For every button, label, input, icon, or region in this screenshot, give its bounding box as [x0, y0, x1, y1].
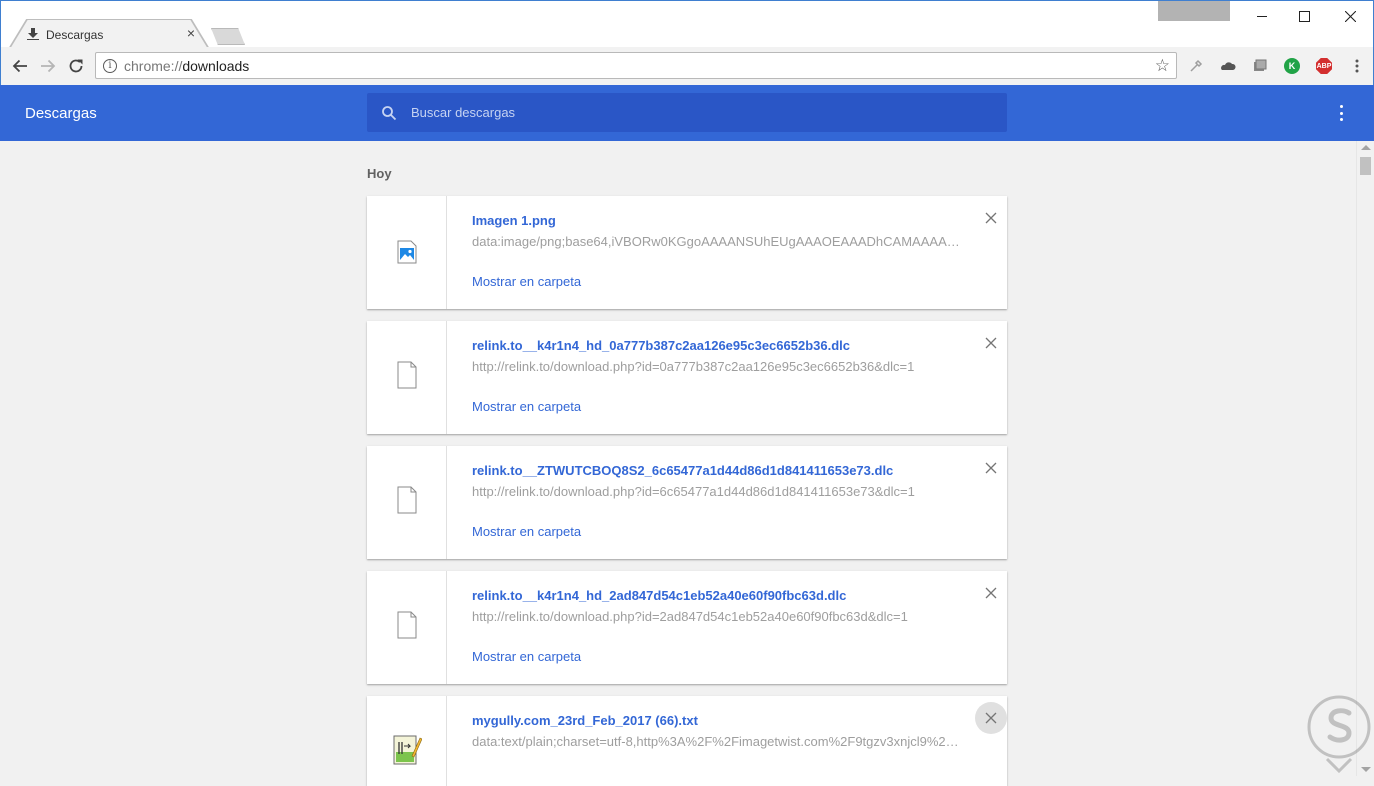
file-icon-column — [367, 196, 447, 309]
close-icon — [1345, 10, 1356, 22]
show-in-folder-link[interactable]: Mostrar en carpeta — [472, 524, 581, 539]
tab-title: Descargas — [46, 28, 104, 42]
reload-button[interactable] — [65, 55, 87, 77]
search-box[interactable] — [367, 93, 1007, 132]
image-file-icon — [397, 240, 417, 264]
window-extension-icon[interactable] — [1252, 58, 1268, 74]
vertical-scrollbar[interactable] — [1356, 141, 1374, 776]
generic-file-icon — [397, 361, 417, 389]
remove-item-button[interactable] — [975, 452, 1007, 484]
file-name-link[interactable]: Imagen 1.png — [472, 213, 556, 228]
minimize-icon — [1257, 15, 1267, 17]
watermark-logo-icon — [1307, 695, 1371, 773]
tab-close-icon[interactable]: × — [185, 26, 197, 40]
k-extension-icon[interactable]: K — [1284, 58, 1300, 74]
file-name-link[interactable]: relink.to__ZTWUTCBOQ8S2_6c65477a1d44d86d… — [472, 463, 893, 478]
close-window-button[interactable] — [1328, 1, 1373, 31]
generic-file-icon — [397, 486, 417, 514]
eyedropper-extension-icon[interactable] — [1188, 58, 1204, 74]
remove-item-button[interactable] — [975, 202, 1007, 234]
download-item: Imagen 1.png data:image/png;base64,iVBOR… — [367, 196, 1007, 309]
show-in-folder-link[interactable]: Mostrar en carpeta — [472, 274, 581, 289]
file-icon-column — [367, 571, 447, 684]
download-item: relink.to__k4r1n4_hd_2ad847d54c1eb52a40e… — [367, 571, 1007, 684]
close-icon — [985, 712, 997, 724]
downloads-header: Descargas — [0, 85, 1374, 141]
download-item: relink.to__k4r1n4_hd_0a777b387c2aa126e95… — [367, 321, 1007, 434]
file-source-url[interactable]: http://relink.to/download.php?id=0a777b3… — [472, 359, 962, 374]
text-file-icon — [393, 735, 422, 765]
tab-downloads[interactable] — [10, 20, 208, 49]
address-bar[interactable]: i chrome://downloads ☆ — [95, 52, 1177, 79]
search-input[interactable] — [411, 93, 991, 132]
downloads-list: Hoy Imagen 1.png data:image/png;base64,i… — [0, 141, 1356, 786]
reload-icon — [69, 59, 83, 73]
info-icon[interactable]: i — [103, 59, 117, 73]
close-icon — [985, 212, 997, 224]
new-tab-button[interactable] — [211, 28, 245, 45]
search-icon — [382, 106, 397, 121]
file-icon-column — [367, 696, 447, 786]
minimize-button[interactable] — [1240, 1, 1285, 31]
close-icon — [985, 337, 997, 349]
file-icon-column — [367, 321, 447, 434]
maximize-icon — [1299, 10, 1310, 22]
page-title: Descargas — [25, 105, 97, 122]
file-source-url[interactable]: data:text/plain;charset=utf-8,http%3A%2F… — [472, 734, 962, 749]
close-icon — [985, 462, 997, 474]
remove-item-button[interactable] — [975, 702, 1007, 734]
show-in-folder-link[interactable]: Mostrar en carpeta — [472, 399, 581, 414]
more-vert-icon — [1355, 59, 1359, 73]
cloud-extension-icon[interactable] — [1220, 58, 1236, 74]
scroll-up-icon[interactable] — [1361, 145, 1371, 150]
profile-button[interactable] — [1158, 1, 1230, 21]
more-options-icon[interactable] — [1333, 105, 1349, 121]
date-label: Hoy — [367, 166, 392, 181]
remove-item-button[interactable] — [975, 577, 1007, 609]
arrow-right-icon — [41, 59, 56, 73]
window-titlebar: Descargas × — [0, 0, 1374, 49]
close-icon — [985, 587, 997, 599]
chrome-menu-button[interactable] — [1346, 55, 1368, 77]
download-item: mygully.com_23rd_Feb_2017 (66).txt data:… — [367, 696, 1007, 786]
generic-file-icon — [397, 611, 417, 639]
address-url[interactable]: chrome://downloads — [124, 58, 249, 74]
bookmark-star-icon[interactable]: ☆ — [1155, 56, 1170, 76]
file-name-link[interactable]: relink.to__k4r1n4_hd_2ad847d54c1eb52a40e… — [472, 588, 846, 603]
remove-item-button[interactable] — [975, 327, 1007, 359]
file-source-url[interactable]: http://relink.to/download.php?id=2ad847d… — [472, 609, 962, 624]
scroll-thumb[interactable] — [1360, 157, 1371, 175]
download-item: relink.to__ZTWUTCBOQ8S2_6c65477a1d44d86d… — [367, 446, 1007, 559]
file-source-url[interactable]: http://relink.to/download.php?id=6c65477… — [472, 484, 962, 499]
back-button[interactable] — [9, 55, 31, 77]
adblock-extension-icon[interactable]: ABP — [1316, 58, 1332, 74]
forward-button[interactable] — [37, 55, 59, 77]
maximize-button[interactable] — [1282, 1, 1327, 31]
show-in-folder-link[interactable]: Mostrar en carpeta — [472, 649, 581, 664]
arrow-left-icon — [12, 59, 27, 73]
file-name-link[interactable]: mygully.com_23rd_Feb_2017 (66).txt — [472, 713, 698, 728]
file-icon-column — [367, 446, 447, 559]
download-icon — [27, 28, 39, 40]
browser-toolbar: i chrome://downloads ☆ K ABP — [0, 47, 1374, 85]
file-name-link[interactable]: relink.to__k4r1n4_hd_0a777b387c2aa126e95… — [472, 338, 850, 353]
file-source-url[interactable]: data:image/png;base64,iVBORw0KGgoAAAANSU… — [472, 234, 962, 249]
